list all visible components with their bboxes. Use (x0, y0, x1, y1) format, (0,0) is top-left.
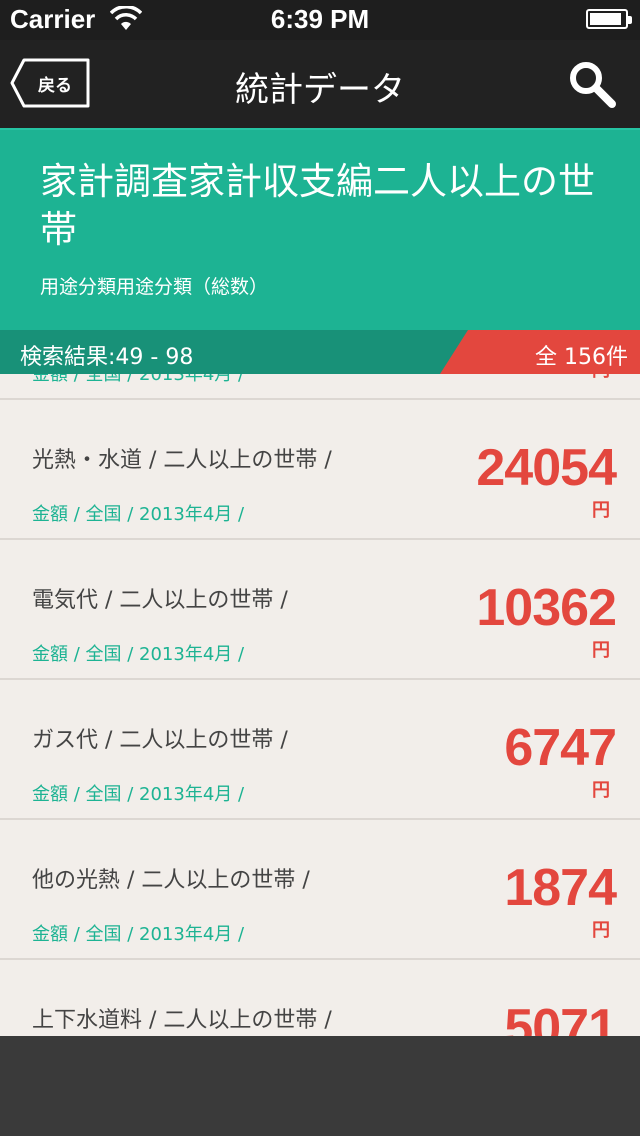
item-unit: 円 (592, 500, 610, 521)
item-title: 電気代 / 二人以上の世帯 / (32, 588, 288, 613)
status-time: 6:39 PM (270, 4, 370, 34)
item-unit: 円 (592, 920, 610, 941)
item-unit: 円 (592, 640, 610, 661)
item-meta: 金額 / 全国 / 2013年4月 / (32, 784, 245, 805)
status-bar: Carrier 6:39 PM (0, 0, 640, 40)
battery-icon (586, 9, 632, 29)
item-meta: 金額 / 全国 / 2013年4月 / (32, 644, 245, 665)
item-title: 上下水道料 / 二人以上の世帯 / (32, 1008, 332, 1033)
results-list: 金額 / 全国 / 2013年4月 / 円 光熱・水道 / 二人以上の世帯 / … (0, 374, 640, 1036)
item-value: 24054 (476, 439, 617, 497)
item-meta: 金額 / 全国 / 2013年4月 / (32, 924, 245, 945)
item-value: 10362 (476, 579, 617, 637)
result-total: 全 156件 (535, 345, 628, 370)
item-value: 1874 (504, 859, 617, 917)
result-range: 検索結果:49 - 98 (20, 345, 194, 370)
battery-level (590, 13, 621, 25)
page-title: 統計データ (235, 70, 405, 110)
item-meta: 金額 / 全国 / 2013年4月 / (32, 374, 245, 385)
search-icon[interactable] (566, 58, 618, 110)
item-unit: 円 (592, 780, 610, 801)
item-value: 6747 (504, 719, 617, 777)
item-title: ガス代 / 二人以上の世帯 / (32, 728, 288, 753)
item-value: 5071 (504, 999, 617, 1036)
list-item[interactable]: 光熱・水道 / 二人以上の世帯 / 金額 / 全国 / 2013年4月 / 24… (0, 400, 640, 540)
navigation-bar: 戻る 統計データ (0, 40, 640, 128)
item-meta: 金額 / 全国 / 2013年4月 / (32, 504, 245, 525)
item-unit: 円 (592, 374, 610, 382)
list-item[interactable]: ガス代 / 二人以上の世帯 / 金額 / 全国 / 2013年4月 / 6747… (0, 680, 640, 820)
item-title: 光熱・水道 / 二人以上の世帯 / (32, 448, 332, 473)
list-item[interactable]: 他の光熱 / 二人以上の世帯 / 金額 / 全国 / 2013年4月 / 187… (0, 820, 640, 960)
list-item[interactable]: 金額 / 全国 / 2013年4月 / 円 (0, 374, 640, 400)
item-title: 他の光熱 / 二人以上の世帯 / (32, 868, 310, 893)
list-item[interactable]: 電気代 / 二人以上の世帯 / 金額 / 全国 / 2013年4月 / 1036… (0, 540, 640, 680)
dataset-subtitle: 用途分類用途分類（総数） (40, 276, 269, 298)
list-item[interactable]: 上下水道料 / 二人以上の世帯 / 5071 (0, 960, 640, 1036)
dataset-title: 家計調査家計収支編二人以上の世帯 (40, 160, 595, 251)
bottom-toolbar (0, 1036, 640, 1136)
result-summary-bar: 検索結果:49 - 98 全 156件 (0, 330, 640, 374)
dataset-header: 家計調査家計収支編二人以上の世帯 用途分類用途分類（総数） (0, 128, 640, 330)
